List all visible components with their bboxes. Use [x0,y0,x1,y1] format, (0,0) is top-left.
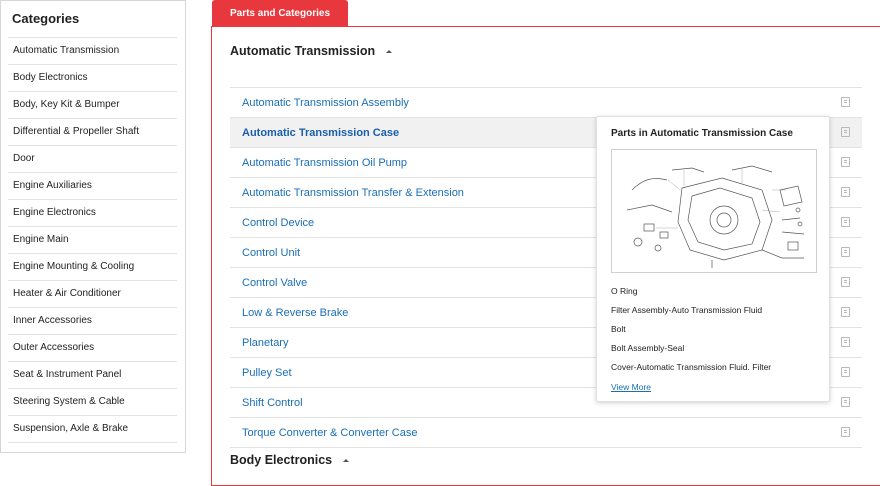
document-icon[interactable] [841,307,850,317]
category-item[interactable]: Seat & Instrument Panel [8,362,177,389]
transmission-case-diagram [626,165,805,268]
document-icon[interactable] [841,427,850,437]
category-item[interactable]: Body, Key Kit & Bumper [8,92,177,119]
subcategory-item[interactable]: Torque Converter & Converter Case [230,418,862,448]
document-icon[interactable] [841,187,850,197]
part-item: Filter Assembly-Auto Transmission Fluid [611,305,763,315]
part-item: O Ring [611,286,638,296]
category-list: Automatic Transmission Body Electronics … [8,37,177,443]
document-icon[interactable] [841,127,850,137]
section-header-body-electronics[interactable]: Body Electronics [230,453,350,467]
tab-parts-and-categories[interactable]: Parts and Categories [212,0,348,26]
subcategory-link[interactable]: Control Unit [242,247,300,259]
category-item[interactable]: Steering System & Cable [8,389,177,416]
category-item[interactable]: Engine Electronics [8,200,177,227]
view-more-link[interactable]: View More [611,382,651,392]
section-title: Automatic Transmission [230,44,376,58]
subcategory-link[interactable]: Automatic Transmission Case [242,127,399,139]
category-item[interactable]: Inner Accessories [8,308,177,335]
subcategory-link[interactable]: Low & Reverse Brake [242,307,348,319]
category-item[interactable]: Automatic Transmission [8,38,177,65]
category-item[interactable]: Body Electronics [8,65,177,92]
subcategory-link[interactable]: Control Valve [242,277,307,289]
document-icon[interactable] [841,367,850,377]
subcategory-link[interactable]: Torque Converter & Converter Case [242,427,417,439]
caret-up-icon[interactable] [343,458,350,462]
subcategory-link[interactable]: Planetary [242,337,288,349]
category-item[interactable]: Door [8,146,177,173]
subcategory-link[interactable]: Automatic Transmission Oil Pump [242,157,407,169]
document-icon[interactable] [841,97,850,107]
section-title: Body Electronics [230,453,333,467]
section-header-automatic-transmission[interactable]: Automatic Transmission [230,44,393,58]
category-item[interactable]: Engine Main [8,227,177,254]
category-item[interactable]: Suspension, Axle & Brake [8,416,177,443]
parts-diagram-image[interactable] [611,149,817,273]
sidebar-title: Categories [12,11,80,26]
document-icon[interactable] [841,247,850,257]
subcategory-item[interactable]: Automatic Transmission Assembly [230,88,862,118]
document-icon[interactable] [841,157,850,167]
document-icon[interactable] [841,337,850,347]
subcategory-link[interactable]: Pulley Set [242,367,292,379]
popover-title: Parts in Automatic Transmission Case [611,128,793,139]
part-item: Bolt Assembly-Seal [611,343,685,353]
part-item: Cover-Automatic Transmission Fluid. Filt… [611,362,772,372]
subcategory-link[interactable]: Shift Control [242,397,303,409]
document-icon[interactable] [841,277,850,287]
document-icon[interactable] [841,217,850,227]
subcategory-link[interactable]: Control Device [242,217,314,229]
caret-up-icon[interactable] [386,49,393,53]
subcategory-link[interactable]: Automatic Transmission Transfer & Extens… [242,187,464,199]
popover-parts-list: O Ring Filter Assembly-Auto Transmission… [611,282,771,377]
part-item: Bolt [611,324,626,334]
category-item[interactable]: Heater & Air Conditioner [8,281,177,308]
categories-sidebar: Categories Automatic Transmission Body E… [0,0,186,453]
category-item[interactable]: Engine Mounting & Cooling [8,254,177,281]
parts-popover: Parts in Automatic Transmission Case O R… [596,116,830,402]
category-item[interactable]: Differential & Propeller Shaft [8,119,177,146]
document-icon[interactable] [841,397,850,407]
category-item[interactable]: Engine Auxiliaries [8,173,177,200]
subcategory-link[interactable]: Automatic Transmission Assembly [242,97,409,109]
category-item[interactable]: Outer Accessories [8,335,177,362]
